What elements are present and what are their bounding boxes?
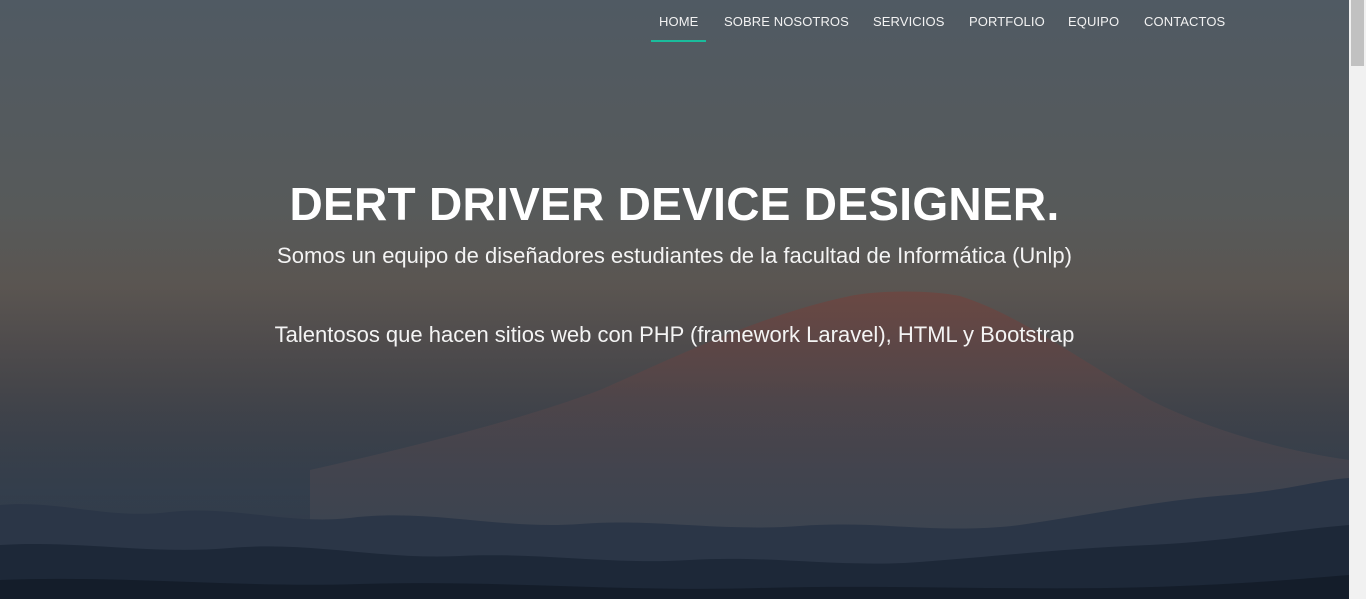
- scrollbar-thumb[interactable]: [1351, 0, 1364, 66]
- hero-section: HOME SOBRE NOSOTROS SERVICIOS PORTFOLIO …: [0, 0, 1349, 599]
- nav-sobre-nosotros[interactable]: SOBRE NOSOTROS: [724, 0, 849, 42]
- hero-subtitle-1: Somos un equipo de diseñadores estudiant…: [277, 243, 1072, 268]
- nav-home[interactable]: HOME: [650, 0, 707, 42]
- hero-subtitle-2: Talentosos que hacen sitios web con PHP …: [274, 322, 1075, 347]
- vertical-scrollbar[interactable]: [1349, 0, 1366, 599]
- page: HOME SOBRE NOSOTROS SERVICIOS PORTFOLIO …: [0, 0, 1366, 599]
- hero-title: DERT DRIVER DEVICE DESIGNER.: [289, 178, 1060, 230]
- main-navbar: HOME SOBRE NOSOTROS SERVICIOS PORTFOLIO …: [0, 0, 1349, 44]
- nav-servicios[interactable]: SERVICIOS: [873, 0, 944, 42]
- hero-background-image: [0, 291, 1349, 599]
- nav-equipo[interactable]: EQUIPO: [1068, 0, 1119, 42]
- nav-portfolio[interactable]: PORTFOLIO: [969, 0, 1045, 42]
- nav-contactos[interactable]: CONTACTOS: [1144, 0, 1225, 42]
